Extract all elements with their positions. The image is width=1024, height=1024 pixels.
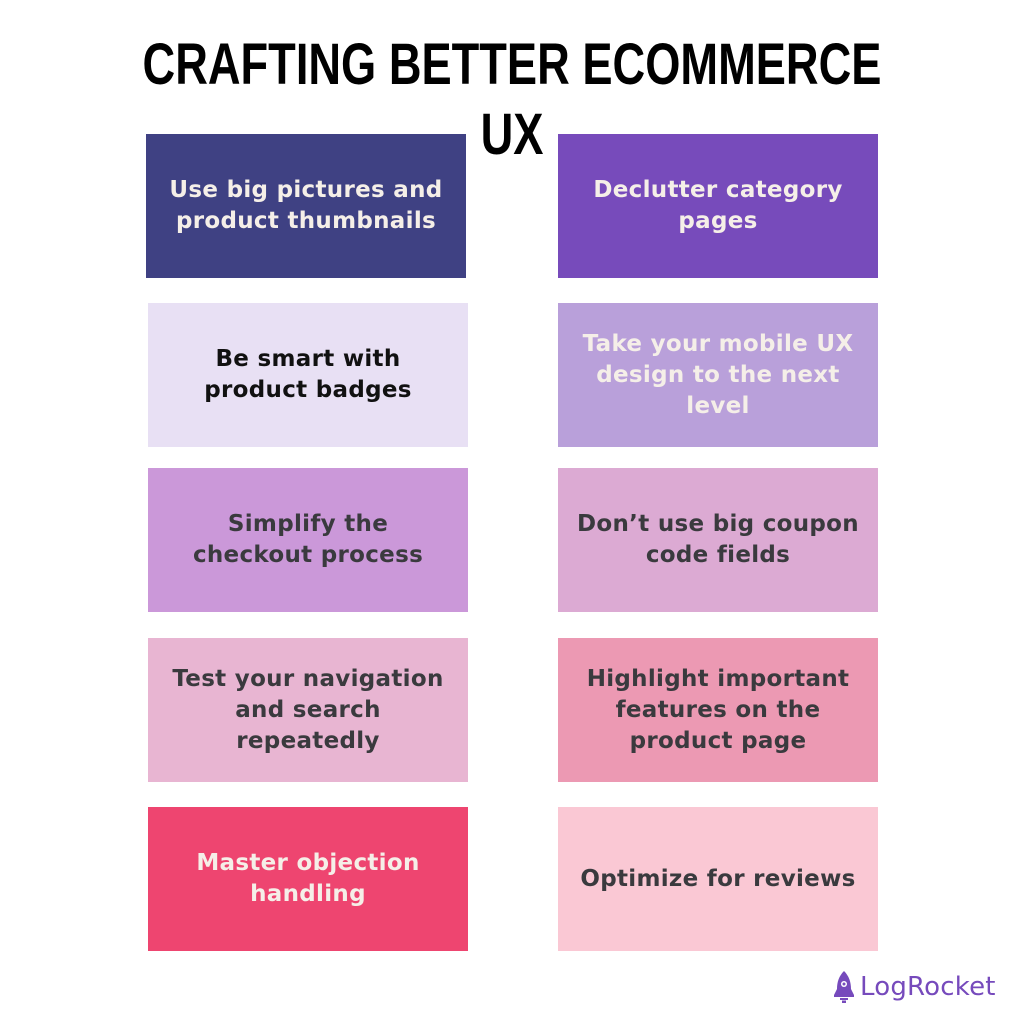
tip-text: Optimize for reviews: [580, 865, 856, 892]
tip-card: Declutter category pages: [558, 134, 878, 278]
tip-card: Use big pictures and product thumbnails: [146, 134, 466, 278]
tip-card: Test your navigation and search repeated…: [148, 638, 468, 782]
tip-card: Simplify the checkout process: [148, 468, 468, 612]
logrocket-logo: LogRocket: [832, 970, 996, 1004]
tip-card: Highlight important features on the prod…: [558, 638, 878, 782]
tip-card: Take your mobile UX design to the next l…: [558, 303, 878, 447]
tip-text: Use big pictures and product thumbnails: [169, 177, 443, 234]
tip-text: Test your navigation and search repeated…: [172, 665, 444, 754]
tip-text: Declutter category pages: [593, 177, 843, 234]
rocket-icon: [834, 971, 854, 1003]
tip-text: Be smart with product badges: [204, 346, 412, 403]
brand-name: LogRocket: [860, 972, 996, 1002]
tip-card: Be smart with product badges: [148, 303, 468, 447]
tip-text: Simplify the checkout process: [192, 511, 424, 568]
tip-card: Master objection handling: [148, 807, 468, 951]
tip-text: Master objection handling: [196, 850, 420, 907]
tip-text: Don’t use big coupon code fields: [577, 511, 859, 568]
tip-card: Don’t use big coupon code fields: [558, 468, 878, 612]
tip-card: Optimize for reviews: [558, 807, 878, 951]
tip-text: Take your mobile UX design to the next l…: [582, 330, 854, 419]
tip-text: Highlight important features on the prod…: [586, 665, 850, 754]
